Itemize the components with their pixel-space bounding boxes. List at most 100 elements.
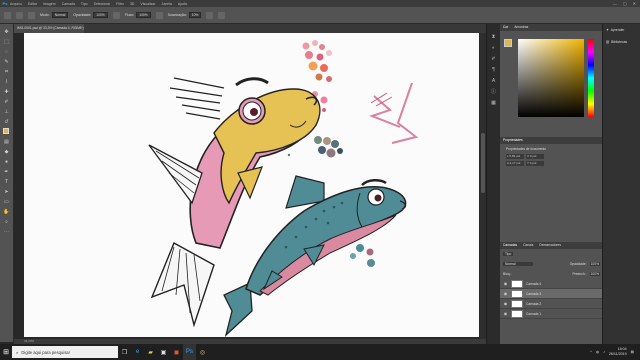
menu-imagem[interactable]: Imagem <box>43 2 56 6</box>
clock[interactable]: 18:04 26/11/2019 <box>609 347 627 357</box>
shape-tool-icon[interactable]: ▭ <box>2 198 11 206</box>
paragraph-icon[interactable]: ¶ <box>490 67 497 74</box>
hand-tool-icon[interactable]: ✋ <box>2 208 11 216</box>
layer-row-selected[interactable]: ◉ Camada 3 <box>500 289 602 299</box>
type-tool-icon[interactable]: T <box>2 178 11 186</box>
menu-tipo[interactable]: Tipo <box>81 2 88 6</box>
layers-filter-select[interactable]: Tipo <box>503 252 514 256</box>
info-icon[interactable]: ⓘ <box>490 89 497 96</box>
windows-start-icon[interactable]: ⊞ <box>0 344 12 360</box>
healing-brush-icon[interactable]: ✚ <box>2 88 11 96</box>
smoothing-field[interactable]: 10% <box>188 12 202 18</box>
layer-row[interactable]: ◉ Camada 4 <box>500 279 602 289</box>
brush-tool-icon[interactable]: ✐ <box>2 98 11 106</box>
libraries-tab[interactable]: ▥ Bibliotecas <box>603 36 640 48</box>
symmetry-icon[interactable] <box>218 11 226 19</box>
airbrush-icon[interactable] <box>155 11 163 19</box>
file-explorer-icon[interactable]: ▰ <box>144 344 157 360</box>
photoshop-taskbar-icon[interactable]: Ps <box>183 344 196 360</box>
history-brush-icon[interactable]: ↺ <box>2 118 11 126</box>
task-view-icon[interactable]: ❐ <box>118 344 131 360</box>
pressure-opacity-icon[interactable] <box>112 11 120 19</box>
eyedropper-tool-icon[interactable]: ⌇ <box>2 78 11 86</box>
brush-preset-icon[interactable] <box>28 11 35 19</box>
layer-name: Camada 3 <box>526 291 542 296</box>
scrollbar-thumb[interactable] <box>481 133 485 193</box>
layer-row[interactable]: ◉ Camada 2 <box>500 299 602 309</box>
menu-editar[interactable]: Editar <box>28 2 37 6</box>
visibility-eye-icon[interactable]: ◉ <box>503 311 508 316</box>
more-tools-icon[interactable]: ⋯ <box>2 228 11 236</box>
foreground-color-swatch[interactable] <box>3 128 9 134</box>
character-icon[interactable]: A <box>490 78 497 85</box>
tab-swatches[interactable]: Amostras <box>514 24 528 31</box>
tab-color[interactable]: Cor <box>503 24 508 31</box>
move-tool-icon[interactable]: ✥ <box>2 28 11 36</box>
network-icon[interactable]: ◍ <box>596 350 599 354</box>
crop-tool-icon[interactable]: ⌗ <box>2 68 11 76</box>
adjustments-icon[interactable]: ◐ <box>490 45 497 52</box>
chrome-icon[interactable]: ◎ <box>196 344 209 360</box>
color-saturation-field[interactable] <box>518 39 584 117</box>
history-icon[interactable]: ⧗ <box>490 34 497 41</box>
clone-stamp-icon[interactable]: ⊥ <box>2 108 11 116</box>
gradient-tool-icon[interactable]: ▤ <box>2 138 11 146</box>
marquee-tool-icon[interactable]: ⬚ <box>2 38 11 46</box>
zoom-tool-icon[interactable]: ⌕ <box>2 218 11 226</box>
lasso-tool-icon[interactable]: ◌ <box>2 48 11 56</box>
mode-select[interactable]: Normal <box>51 12 69 18</box>
document-tab[interactable]: IMG-0001.psd @ 33,3% (Camada 4, RGB/8*) <box>14 24 84 33</box>
menu-arquivo[interactable]: Arquivo <box>10 2 22 6</box>
scribble-hatch <box>370 92 393 107</box>
volume-icon[interactable]: ♪ <box>603 350 605 354</box>
y-field[interactable]: Y 0 pol <box>526 161 544 166</box>
path-select-icon[interactable]: ➤ <box>2 188 11 196</box>
fill-field[interactable]: 100% <box>589 272 600 276</box>
learn-tab[interactable]: ✦ Aprender <box>603 24 640 36</box>
minimize-button[interactable]: — <box>613 1 617 6</box>
notifications-icon[interactable]: ▤ <box>631 350 634 354</box>
quick-select-tool-icon[interactable]: ✎ <box>2 58 11 66</box>
zoom-level[interactable]: 33,33% <box>24 339 34 343</box>
visibility-eye-icon[interactable]: ◉ <box>503 301 508 306</box>
tab-channels[interactable]: Canais <box>523 242 533 249</box>
blend-mode-select[interactable]: Normal <box>503 262 533 266</box>
home-icon[interactable] <box>4 11 11 19</box>
menu-ajuda[interactable]: Ajuda <box>178 2 187 6</box>
flow-field[interactable]: 100% <box>136 12 151 18</box>
document-tabbar: IMG-0001.psd @ 33,3% (Camada 4, RGB/8*) <box>14 24 486 33</box>
menu-3d[interactable]: 3D <box>130 2 134 6</box>
brush-tool-icon[interactable] <box>16 11 23 19</box>
close-button[interactable]: ✕ <box>633 1 636 6</box>
layer-row[interactable]: ◉ Camada 1 <box>500 309 602 319</box>
menu-visualizar[interactable]: Visualizar <box>140 2 155 6</box>
swatches-icon[interactable]: ▦ <box>490 100 497 107</box>
blur-tool-icon[interactable]: ◆ <box>2 148 11 156</box>
tray-up-arrow-icon[interactable]: ^ <box>590 350 592 354</box>
layer-opacity-field[interactable]: 100% <box>589 262 600 266</box>
menu-janela[interactable]: Janela <box>162 2 172 6</box>
height-field[interactable]: A 4,17 pol <box>506 161 524 166</box>
pen-tool-icon[interactable]: ✒ <box>2 168 11 176</box>
dodge-tool-icon[interactable]: ● <box>2 158 11 166</box>
store-icon[interactable]: ▣ <box>157 344 170 360</box>
panel-foreground-swatch[interactable] <box>504 39 512 47</box>
maximize-button[interactable]: ▢ <box>623 1 627 6</box>
opacity-field[interactable]: 100% <box>93 12 108 18</box>
menu-filtro[interactable]: Filtro <box>116 2 124 6</box>
document-canvas[interactable] <box>24 33 479 337</box>
tab-paths[interactable]: Demarcadores <box>539 242 561 249</box>
visibility-eye-icon[interactable]: ◉ <box>503 281 508 286</box>
menu-selecionar[interactable]: Selecionar <box>94 2 111 6</box>
tab-layers[interactable]: Camadas <box>503 242 517 249</box>
brush-settings-icon[interactable]: ✐ <box>490 56 497 63</box>
edge-browser-icon[interactable]: e <box>131 344 144 360</box>
width-field[interactable]: L 5,83 pol <box>506 154 524 159</box>
office-icon[interactable]: ◼ <box>170 344 183 360</box>
visibility-eye-icon[interactable]: ◉ <box>503 291 508 296</box>
x-field[interactable]: X 0 pol <box>526 154 544 159</box>
menu-camada[interactable]: Camada <box>62 2 75 6</box>
hue-slider[interactable] <box>588 39 594 117</box>
taskbar-search-box[interactable]: ⌕ Digite aqui para pesquisar <box>12 346 118 358</box>
settings-gear-icon[interactable] <box>206 11 214 19</box>
